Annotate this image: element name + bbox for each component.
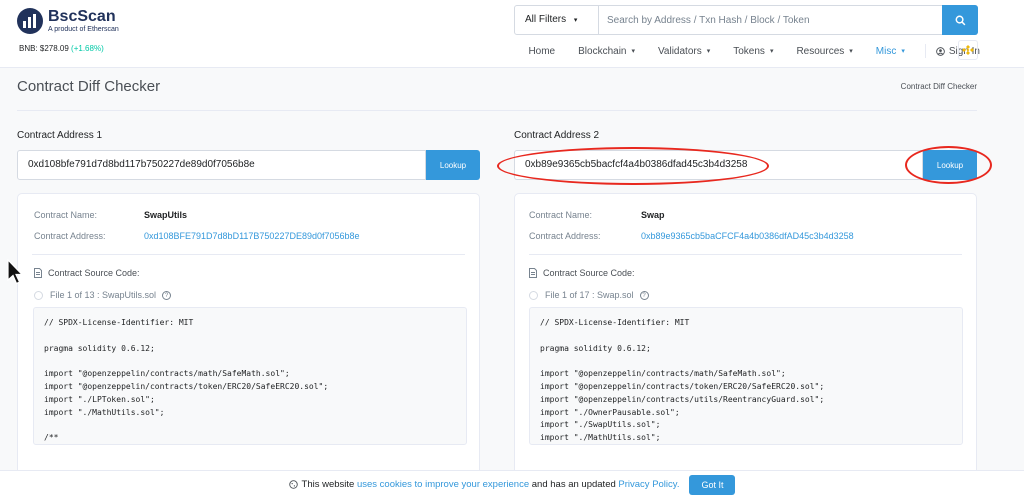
top-header: BscScan A product of Etherscan BNB: $278… (0, 0, 1024, 68)
source-code-block: // SPDX-License-Identifier: MIT pragma s… (33, 307, 467, 445)
privacy-policy-link[interactable]: Privacy Policy. (618, 479, 679, 490)
cookie-policy-link[interactable]: uses cookies to improve your experience (357, 479, 529, 490)
nav-misc[interactable]: Misc ▾ (876, 46, 905, 57)
search-icon (955, 15, 965, 25)
annotation-circle-address (497, 147, 769, 185)
nav-tokens[interactable]: Tokens ▾ (733, 46, 773, 57)
search-filter-select[interactable]: All Filters ▾ (515, 6, 599, 34)
mouse-cursor-icon (7, 259, 23, 285)
nav-home[interactable]: Home (528, 46, 555, 57)
chevron-down-icon: ▾ (769, 48, 774, 55)
file-selector[interactable]: File 1 of 13 : SwapUtils.sol ? (34, 290, 172, 300)
search-input[interactable] (599, 6, 942, 34)
annotation-circle-lookup (905, 146, 992, 184)
nav-misc-label: Misc (875, 45, 897, 57)
logo-icon (17, 8, 43, 34)
bnb-network-button[interactable] (958, 40, 978, 60)
source-code-label: Contract Source Code: (543, 268, 635, 278)
contract-address-key: Contract Address: (34, 231, 106, 241)
contract-name-key: Contract Name: (529, 210, 593, 220)
bnb-price: BNB: $278.09 (+1.68%) (19, 44, 104, 53)
nav-validators-label: Validators (658, 45, 702, 57)
bnb-icon (962, 45, 974, 55)
contract-name-value: SwapUtils (144, 210, 188, 220)
contract-name-value: Swap (641, 210, 665, 220)
chevron-down-icon: ▾ (706, 48, 711, 55)
file-label: File 1 of 13 : SwapUtils.sol (50, 290, 157, 300)
got-it-button[interactable]: Got It (689, 474, 736, 495)
question-icon[interactable]: ? (162, 290, 172, 300)
contract-name-key: Contract Name: (34, 210, 98, 220)
file-selector[interactable]: File 1 of 17 : Swap.sol ? (529, 290, 649, 300)
question-icon[interactable]: ? (639, 290, 649, 300)
chevron-down-icon: ▾ (573, 17, 578, 24)
contract-address-link[interactable]: 0xd108BFE791D7d8bD117B750227DE89d0f7056b… (144, 231, 360, 241)
source-code-label: Contract Source Code: (48, 268, 140, 278)
nav-resources[interactable]: Resources ▾ (796, 46, 852, 57)
logo-tagline: A product of Etherscan (48, 25, 119, 33)
contract-address-key: Contract Address: (529, 231, 601, 241)
nav-blockchain-label: Blockchain (578, 45, 627, 57)
contract-address-link[interactable]: 0xb89e9365cb5baCFCF4a4b0386dfAD45c3b4d32… (641, 231, 854, 241)
source-code-title: Contract Source Code: (529, 268, 635, 278)
card-divider (32, 254, 465, 255)
title-divider (17, 110, 977, 111)
file-radio[interactable] (529, 290, 538, 300)
search-filter-label: All Filters (525, 14, 567, 25)
contract-card-2: Contract Name: Swap Contract Address: 0x… (514, 193, 977, 498)
contract-address-1-input[interactable]: 0xd108bfe791d7d8bd117b750227de89d0f7056b… (17, 150, 426, 180)
contract-address-2-label: Contract Address 2 (514, 130, 600, 141)
chevron-down-icon: ▾ (901, 48, 905, 55)
page-title: Contract Diff Checker (17, 78, 161, 95)
cookie-text-2: and has an updated (531, 479, 616, 490)
main-nav: Home Blockchain ▾ Validators ▾ Tokens ▾ Res… (505, 44, 980, 58)
file-code-icon (34, 268, 42, 278)
cookie-banner: This website uses cookies to improve you… (0, 470, 1024, 498)
bnb-price-change: (+1.68%) (71, 44, 104, 53)
contract-card-1: Contract Name: SwapUtils Contract Addres… (17, 193, 480, 498)
contract-address-1-label: Contract Address 1 (17, 130, 103, 141)
nav-home-label: Home (528, 45, 556, 57)
nav-resources-label: Resources (796, 45, 845, 57)
lookup-button-1[interactable]: Lookup (426, 150, 480, 180)
chevron-down-icon: ▾ (849, 48, 853, 55)
nav-blockchain[interactable]: Blockchain ▾ (578, 46, 635, 57)
breadcrumb: Contract Diff Checker (900, 82, 977, 91)
search-bar: All Filters ▾ (514, 5, 978, 35)
source-code-block: // SPDX-License-Identifier: MIT pragma s… (529, 307, 963, 445)
search-button[interactable] (942, 5, 978, 35)
bnb-price-label: BNB: $278.09 (19, 44, 69, 53)
file-code-icon (529, 268, 537, 278)
logo-name: BscScan (48, 7, 116, 25)
nav-divider (924, 44, 926, 58)
chevron-down-icon: ▾ (631, 48, 635, 55)
card-divider (529, 254, 962, 255)
source-code-title: Contract Source Code: (34, 268, 140, 278)
cookie-icon (288, 480, 298, 489)
nav-validators[interactable]: Validators ▾ (658, 46, 710, 57)
user-icon (936, 46, 945, 56)
nav-tokens-label: Tokens (733, 45, 765, 57)
bscscan-logo[interactable]: BscScan A product of Etherscan (17, 8, 119, 34)
file-radio[interactable] (34, 290, 43, 300)
file-label: File 1 of 17 : Swap.sol (545, 290, 634, 300)
cookie-text-1: This website (301, 479, 355, 490)
